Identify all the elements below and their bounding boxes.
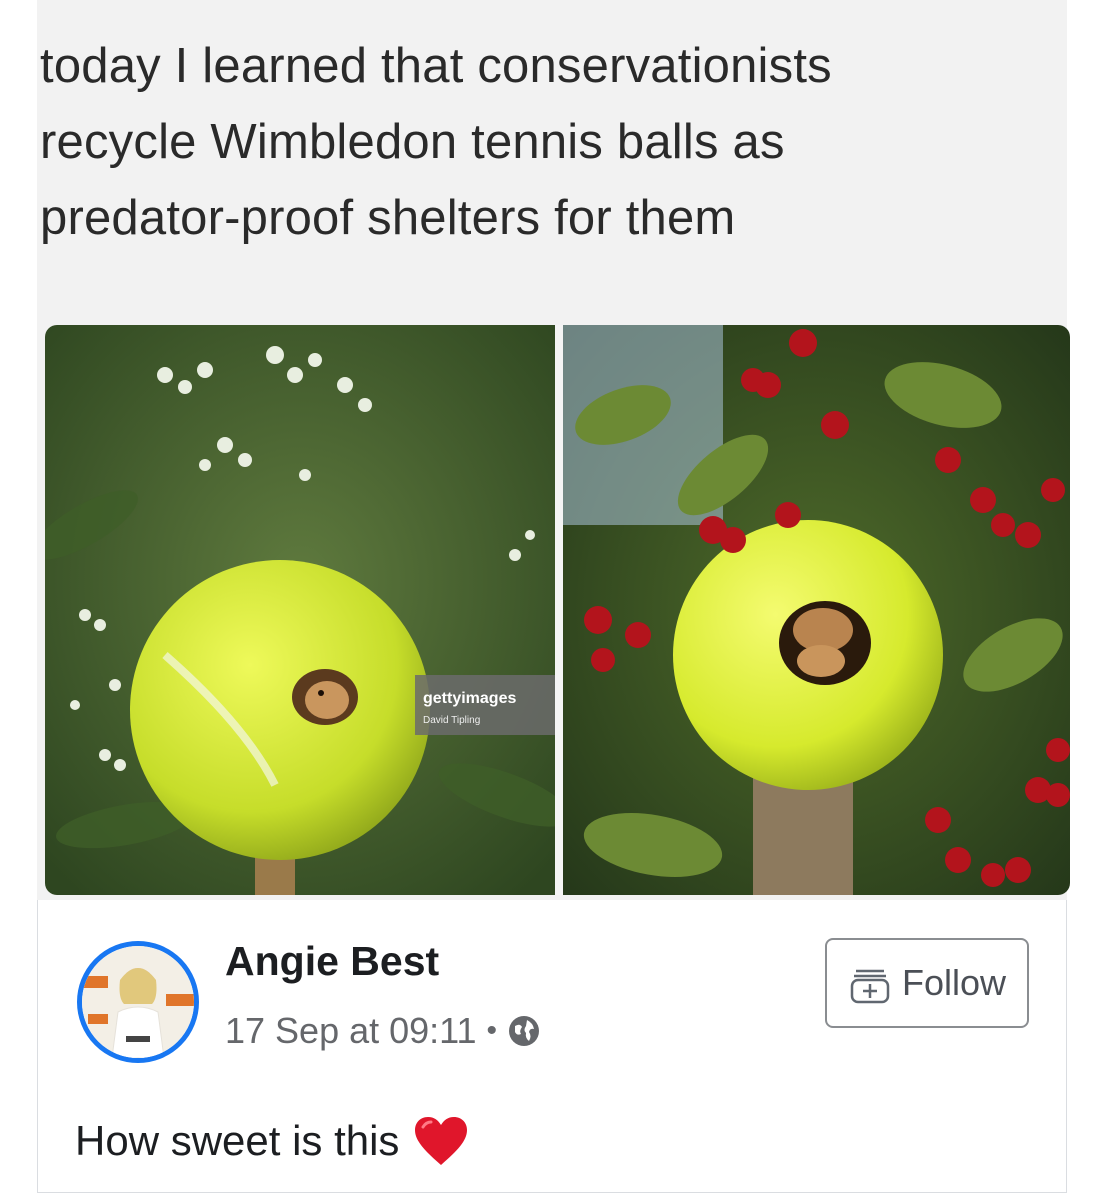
caption-line: recycle Wimbledon tennis balls as xyxy=(40,115,785,169)
add-friend-icon xyxy=(848,961,892,1005)
photo-left-mouse-in-tennis-ball: gettyimages David Tipling xyxy=(45,325,555,895)
meme-caption: today I learned that conservationists re… xyxy=(40,28,1040,256)
facebook-post-card: Angie Best 17 Sep at 09:11 • Follow How … xyxy=(37,900,1067,1193)
photo-right-mice-in-tennis-ball xyxy=(563,325,1070,895)
post-meta: 17 Sep at 09:11 • xyxy=(225,1010,541,1052)
watermark-brand: gettyimages xyxy=(423,690,516,707)
follow-label: Follow xyxy=(901,962,1007,1003)
globe-icon xyxy=(507,1014,541,1048)
caption-line: today I learned that conservationists xyxy=(40,39,832,93)
meta-separator: • xyxy=(486,1014,498,1047)
caption-line: predator-proof shelters for them xyxy=(40,191,736,245)
watermark-credit: David Tipling xyxy=(423,715,480,726)
post-text: How sweet is this xyxy=(75,1115,469,1167)
post-timestamp[interactable]: 17 Sep at 09:11 xyxy=(225,1010,477,1052)
author-name[interactable]: Angie Best xyxy=(225,938,439,985)
heart-icon xyxy=(413,1115,469,1167)
photo-divider xyxy=(555,325,563,895)
avatar[interactable] xyxy=(77,941,199,1063)
post-message: How sweet is this xyxy=(75,1117,400,1164)
follow-button[interactable]: Follow xyxy=(825,938,1029,1028)
